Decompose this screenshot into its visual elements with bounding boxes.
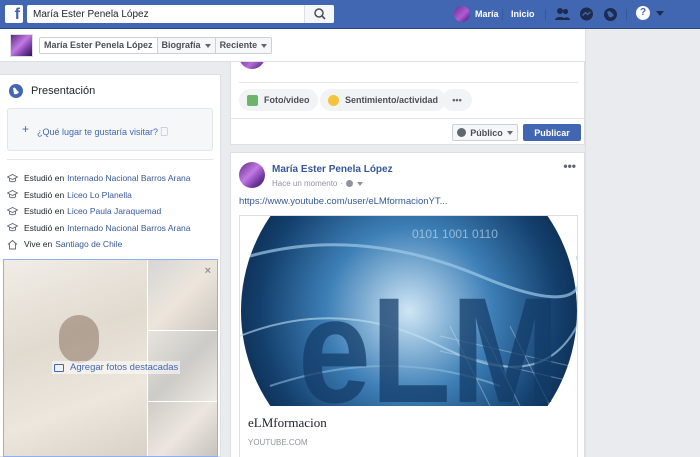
friend-requests-icon[interactable] <box>554 6 571 23</box>
photo-video-label: Foto/video <box>264 95 310 105</box>
link-preview-domain: YOUTUBE.COM <box>248 438 308 447</box>
list-item: Estudió en Internado Nacional Barros Ara… <box>7 220 217 237</box>
visit-prompt-box[interactable]: + ¿Qué lugar te gustaría visitar? 🗌 <box>7 108 213 151</box>
nav-divider <box>502 9 503 20</box>
school-link[interactable]: Internado Nacional Barros Arana <box>67 173 190 183</box>
post-link[interactable]: https://www.youtube.com/user/eLMformacio… <box>239 196 448 207</box>
svg-text:0101 1001 0110: 0101 1001 0110 <box>412 227 498 241</box>
timeline-tabs: María Ester Penela López Biografía Recie… <box>39 37 273 54</box>
intro-title: Presentación <box>31 85 96 97</box>
featured-photos-box[interactable]: × Agregar fotos destacadas <box>3 259 218 457</box>
school-link[interactable]: Internado Nacional Barros Arana <box>67 223 190 233</box>
profile-name: María <box>475 9 499 19</box>
feed-post: María Ester Penela López Hace un momento… <box>230 152 585 457</box>
chevron-down-icon <box>204 43 211 48</box>
tab-reciente[interactable]: Reciente <box>216 38 272 53</box>
graduation-cap-icon <box>7 206 18 217</box>
home-icon <box>7 239 18 250</box>
search-icon <box>314 8 326 20</box>
post-composer: Foto/video Sentimiento/actividad ••• Púb… <box>230 52 586 145</box>
search-button[interactable] <box>304 5 334 23</box>
privacy-label: Público <box>470 127 503 138</box>
search-input[interactable] <box>27 5 297 23</box>
graduation-cap-icon <box>7 189 18 200</box>
link-preview-image[interactable]: 0101 1001 0110 eLM <box>240 216 577 406</box>
globe-icon <box>346 180 354 187</box>
avatar[interactable] <box>239 162 265 188</box>
nav-divider <box>626 9 627 20</box>
chevron-down-icon <box>261 43 268 48</box>
globe-icon <box>457 128 467 137</box>
post-author[interactable]: María Ester Penela López <box>272 164 393 175</box>
privacy-selector[interactable]: Público <box>452 124 518 141</box>
more-options-button[interactable]: ••• <box>442 89 472 111</box>
tab-profile-name[interactable]: María Ester Penela López <box>40 38 158 53</box>
school-link[interactable]: Liceo Paula Jaraquemad <box>67 206 161 216</box>
info-prefix: Estudió en <box>24 189 65 200</box>
tab-label: Biografía <box>161 40 201 50</box>
post-time-text[interactable]: Hace un momento <box>272 179 337 188</box>
globe-notifications-icon[interactable] <box>602 6 619 23</box>
feeling-activity-button[interactable]: Sentimiento/actividad <box>320 89 447 111</box>
photo-icon <box>247 94 258 106</box>
graduation-cap-icon <box>7 222 18 233</box>
search-box <box>27 5 334 23</box>
intro-info-list: Estudió en Internado Nacional Barros Ara… <box>7 170 217 253</box>
close-icon[interactable]: × <box>205 265 211 277</box>
post-options-icon[interactable]: ••• <box>563 159 576 173</box>
right-rail <box>585 29 700 457</box>
photo-icon <box>54 363 64 372</box>
list-item: Estudió en Internado Nacional Barros Ara… <box>7 170 217 187</box>
featured-photo <box>148 402 217 456</box>
profile-link[interactable]: María <box>454 5 499 23</box>
post-timestamp: Hace un momento · <box>272 179 364 188</box>
info-prefix: Estudió en <box>24 222 65 233</box>
add-featured-photos-button[interactable]: Agregar fotos destacadas <box>52 361 181 374</box>
smiley-icon <box>328 94 339 106</box>
tab-label: Reciente <box>219 40 258 50</box>
link-preview-title[interactable]: eLMformacion <box>248 415 327 431</box>
graduation-cap-icon <box>7 173 18 184</box>
link-preview[interactable]: 0101 1001 0110 eLM eLMformacion YOUTUBE.… <box>239 215 578 457</box>
more-icon: ••• <box>452 95 462 105</box>
divider <box>239 82 578 83</box>
messenger-icon[interactable] <box>578 6 595 23</box>
top-navigation-bar: f María Inicio ? <box>0 0 700 29</box>
plus-icon: + <box>22 122 30 136</box>
facebook-logo[interactable]: f <box>5 5 23 23</box>
info-prefix: Vive en <box>24 239 53 250</box>
home-link[interactable]: Inicio <box>511 9 535 19</box>
avatar[interactable] <box>10 34 33 57</box>
chevron-down-icon <box>506 130 513 135</box>
account-menu-icon[interactable] <box>656 11 664 16</box>
chevron-down-icon[interactable] <box>357 181 364 186</box>
info-prefix: Estudió en <box>24 173 65 184</box>
globe-icon <box>9 84 23 98</box>
elm-logo-image: 0101 1001 0110 eLM <box>240 216 577 406</box>
add-featured-photos-label: Agregar fotos destacadas <box>70 362 179 373</box>
visit-prompt-text: ¿Qué lugar te gustaría visitar? 🗌 <box>37 127 168 137</box>
list-item: Estudió en Liceo Lo Planella <box>7 187 217 204</box>
photo-video-button[interactable]: Foto/video <box>239 89 318 111</box>
avatar <box>454 6 470 22</box>
publish-button[interactable]: Publicar <box>523 124 581 141</box>
divider <box>7 159 213 160</box>
elm-logo-text: eLM <box>298 266 560 406</box>
list-item: Vive en Santiago de Chile <box>7 236 217 253</box>
city-link[interactable]: Santiago de Chile <box>55 239 122 249</box>
composer-footer: Público Publicar <box>231 118 586 145</box>
info-prefix: Estudió en <box>24 206 65 217</box>
nav-divider <box>545 9 546 20</box>
feeling-activity-label: Sentimiento/actividad <box>345 95 439 105</box>
tab-biografia[interactable]: Biografía <box>158 38 216 53</box>
school-link[interactable]: Liceo Lo Planella <box>67 190 132 200</box>
list-item: Estudió en Liceo Paula Jaraquemad <box>7 203 217 220</box>
help-icon[interactable]: ? <box>636 6 650 20</box>
featured-photo-person <box>59 315 99 363</box>
timeline-header: María Ester Penela López Biografía Recie… <box>0 29 585 62</box>
